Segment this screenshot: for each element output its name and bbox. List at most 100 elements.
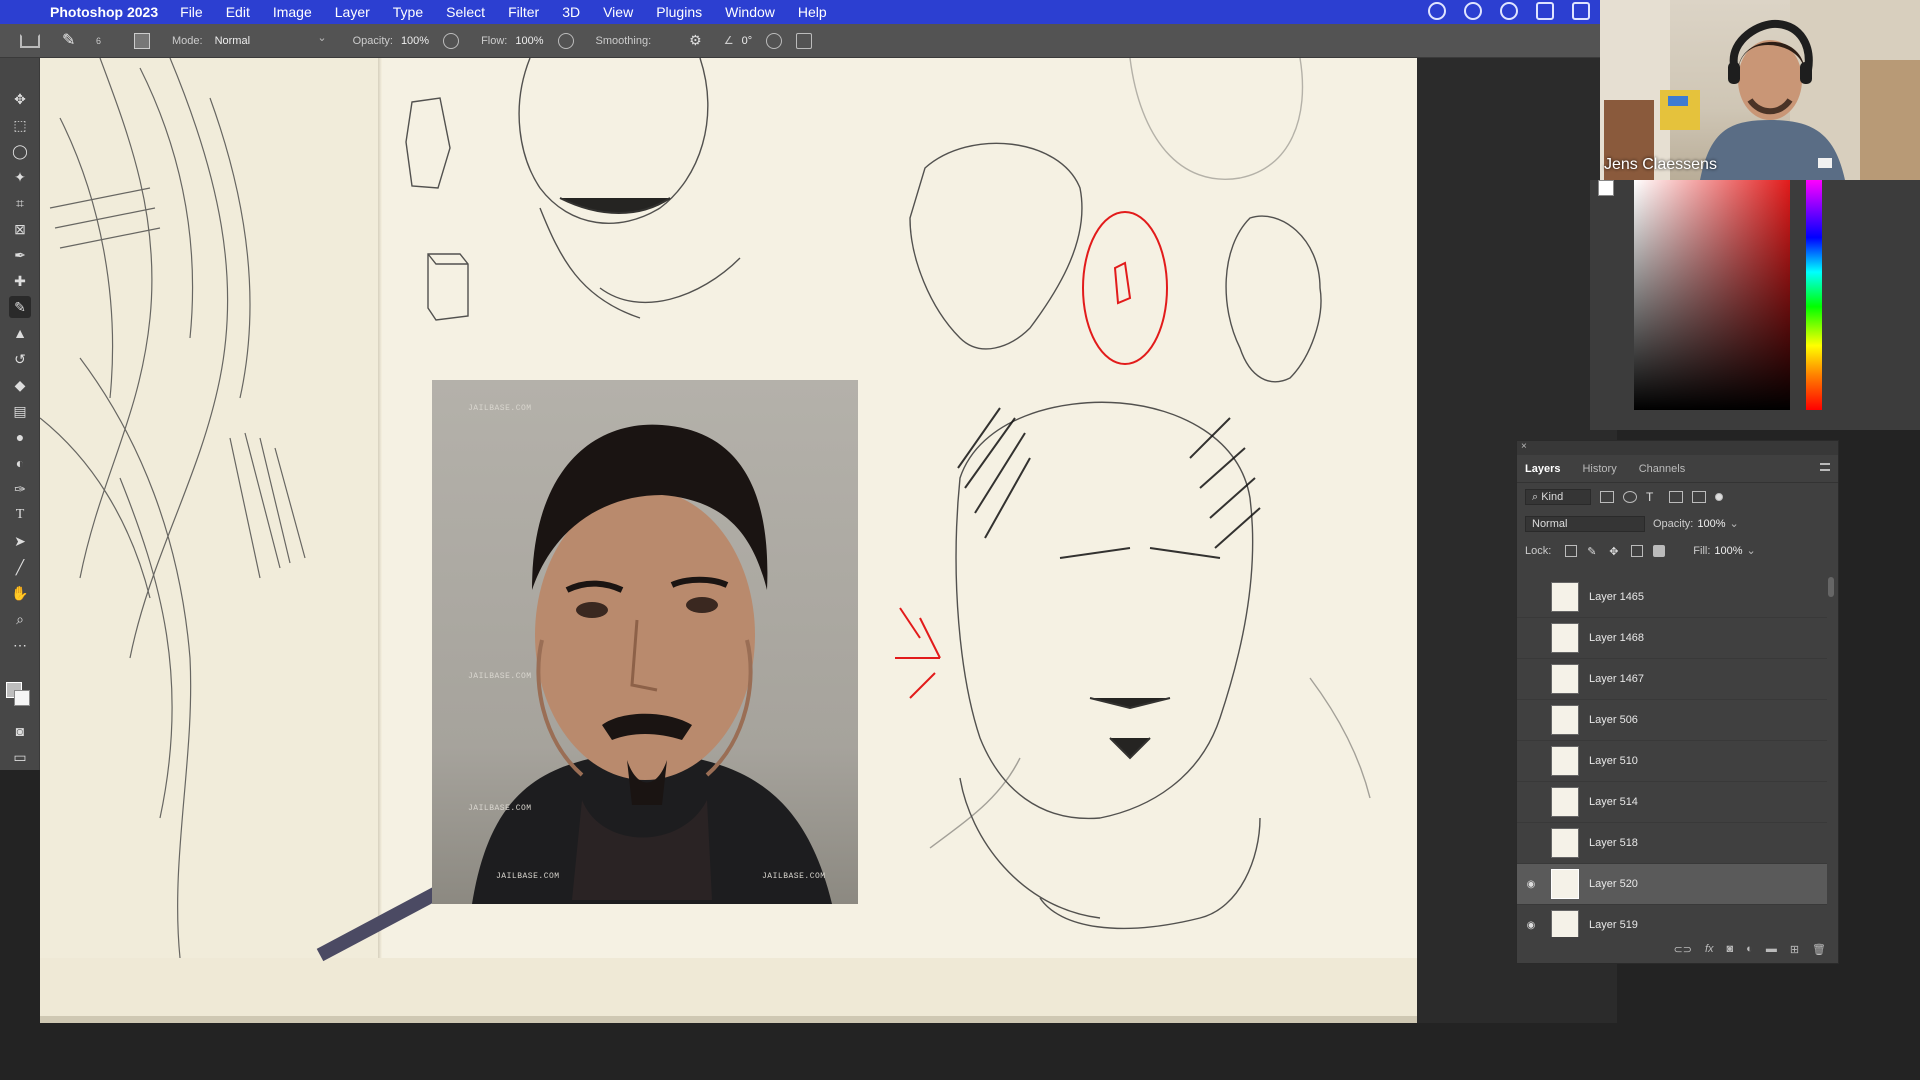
magic-wand-tool-icon[interactable]: ✦	[9, 166, 31, 188]
brush-tool-icon[interactable]: ✎	[9, 296, 31, 318]
layer-opacity-value[interactable]: 100%	[1697, 518, 1725, 530]
lock-transparent-icon[interactable]	[1565, 544, 1578, 557]
filter-pixel-icon[interactable]	[1600, 490, 1614, 503]
menu-layer[interactable]: Layer	[335, 4, 370, 20]
sync-icon[interactable]	[1500, 2, 1518, 20]
pressure-size-icon[interactable]	[766, 32, 783, 49]
blend-mode-select[interactable]: Normal	[1525, 515, 1645, 532]
frame-tool-icon[interactable]: ⊠	[9, 218, 31, 240]
layer-name[interactable]: Layer 506	[1589, 714, 1638, 726]
menu-filter[interactable]: Filter	[508, 4, 539, 20]
layer-row[interactable]: Layer 1465	[1517, 577, 1827, 618]
layer-row-selected[interactable]: ◉ Layer 520	[1517, 864, 1827, 905]
filter-toggle-icon[interactable]	[1715, 492, 1723, 501]
dodge-tool-icon[interactable]: ◐	[9, 452, 31, 474]
control-center-icon[interactable]	[1572, 2, 1590, 20]
layer-name[interactable]: Layer 514	[1589, 796, 1638, 808]
menu-window[interactable]: Window	[725, 4, 775, 20]
menu-image[interactable]: Image	[273, 4, 312, 20]
layer-name[interactable]: Layer 519	[1589, 919, 1638, 931]
pressure-opacity-icon[interactable]	[443, 32, 460, 49]
smoothing-gear-icon[interactable]: ⚙	[689, 32, 702, 49]
menu-3d[interactable]: 3D	[562, 4, 580, 20]
new-layer-icon[interactable]: ⊞	[1790, 943, 1799, 956]
layer-name[interactable]: Layer 1467	[1589, 673, 1644, 685]
eraser-tool-icon[interactable]: ◆	[9, 374, 31, 396]
symmetry-icon[interactable]	[796, 32, 813, 49]
creative-cloud-icon[interactable]	[1428, 2, 1446, 20]
filter-shape-icon[interactable]	[1669, 490, 1683, 503]
layer-name[interactable]: Layer 520	[1589, 878, 1638, 890]
eye-icon[interactable]: ◉	[1517, 920, 1545, 931]
add-mask-icon[interactable]: ◙	[1727, 943, 1734, 955]
eyedropper-tool-icon[interactable]: ✒	[9, 244, 31, 266]
layer-style-icon[interactable]: fx	[1705, 943, 1714, 955]
screen-mode-icon[interactable]: ▭	[9, 746, 31, 768]
pen-tool-icon[interactable]: ✑	[9, 478, 31, 500]
close-panel-icon[interactable]: ×	[1521, 441, 1527, 452]
new-group-icon[interactable]: ▬	[1766, 943, 1777, 955]
brush-size[interactable]: 6	[96, 36, 122, 46]
angle-value[interactable]: 0°	[742, 35, 753, 47]
marquee-tool-icon[interactable]: ⬚	[9, 114, 31, 136]
display-icon[interactable]	[1536, 2, 1554, 20]
crop-tool-icon[interactable]: ⌗	[9, 192, 31, 214]
clone-stamp-tool-icon[interactable]: ▲	[9, 322, 31, 344]
lasso-tool-icon[interactable]: ◯	[9, 140, 31, 162]
gradient-tool-icon[interactable]: ▤	[9, 400, 31, 422]
adjustment-layer-icon[interactable]: ◐	[1746, 943, 1753, 955]
delete-layer-icon[interactable]: 🗑	[1812, 943, 1826, 956]
background-color-swatch[interactable]	[14, 690, 30, 706]
menu-plugins[interactable]: Plugins	[656, 4, 702, 20]
menu-select[interactable]: Select	[446, 4, 485, 20]
lock-artboard-icon[interactable]	[1631, 544, 1644, 557]
layer-name[interactable]: Layer 518	[1589, 837, 1638, 849]
layer-row[interactable]: Layer 1468	[1517, 618, 1827, 659]
color-picker-field[interactable]	[1634, 180, 1790, 410]
lock-position-icon[interactable]: ✥	[1609, 545, 1621, 558]
document-canvas[interactable]: JAILBASE.COM JAILBASE.COM JAILBASE.COM J…	[40, 58, 1417, 1023]
layer-row[interactable]: Layer 506	[1517, 700, 1827, 741]
blur-tool-icon[interactable]: ●	[9, 426, 31, 448]
filter-type-icon[interactable]: T	[1646, 491, 1660, 503]
opacity-value[interactable]: 100%	[401, 35, 429, 47]
brush-preset-icon[interactable]: ✎	[62, 30, 88, 52]
type-tool-icon[interactable]: T	[9, 504, 31, 526]
flow-value[interactable]: 100%	[515, 35, 543, 47]
menu-help[interactable]: Help	[798, 4, 827, 20]
airbrush-icon[interactable]	[557, 32, 574, 49]
hue-slider[interactable]	[1806, 180, 1822, 410]
mode-select[interactable]: Normal	[211, 29, 331, 50]
color-panel-foreground-swatch[interactable]	[1598, 180, 1614, 196]
grammarly-icon[interactable]	[1464, 2, 1482, 20]
layer-row[interactable]: ◉ Layer 519	[1517, 905, 1827, 937]
menu-edit[interactable]: Edit	[226, 4, 250, 20]
layer-name[interactable]: Layer 510	[1589, 755, 1638, 767]
filter-smart-object-icon[interactable]	[1692, 490, 1706, 503]
link-layers-icon[interactable]: ⊂⊃	[1674, 943, 1692, 956]
lock-all-icon[interactable]	[1653, 544, 1666, 557]
line-tool-icon[interactable]: ╱	[9, 556, 31, 578]
fill-dropdown-icon[interactable]: ⌄	[1747, 544, 1756, 557]
menu-file[interactable]: File	[180, 4, 203, 20]
filter-adjustment-icon[interactable]	[1623, 490, 1637, 503]
tab-history[interactable]: History	[1582, 463, 1616, 475]
layer-row[interactable]: Layer 510	[1517, 741, 1827, 782]
layer-row[interactable]: Layer 514	[1517, 782, 1827, 823]
path-selection-tool-icon[interactable]: ➤	[9, 530, 31, 552]
tab-layers[interactable]: Layers	[1525, 463, 1560, 475]
layer-name[interactable]: Layer 1465	[1589, 591, 1644, 603]
opacity-dropdown-icon[interactable]: ⌄	[1730, 517, 1739, 530]
menu-view[interactable]: View	[603, 4, 633, 20]
lock-image-icon[interactable]: ✎	[1587, 545, 1599, 558]
history-brush-tool-icon[interactable]: ↺	[9, 348, 31, 370]
tab-channels[interactable]: Channels	[1639, 463, 1685, 475]
more-tools-icon[interactable]: ⋯	[9, 634, 31, 656]
layers-scrollbar[interactable]	[1828, 577, 1834, 597]
layer-row[interactable]: Layer 518	[1517, 823, 1827, 864]
hand-tool-icon[interactable]: ✋	[9, 582, 31, 604]
healing-brush-tool-icon[interactable]: ✚	[9, 270, 31, 292]
panel-menu-icon[interactable]	[1820, 463, 1830, 471]
zoom-tool-icon[interactable]: ⌕	[9, 608, 31, 630]
brush-settings-icon[interactable]	[134, 32, 150, 49]
